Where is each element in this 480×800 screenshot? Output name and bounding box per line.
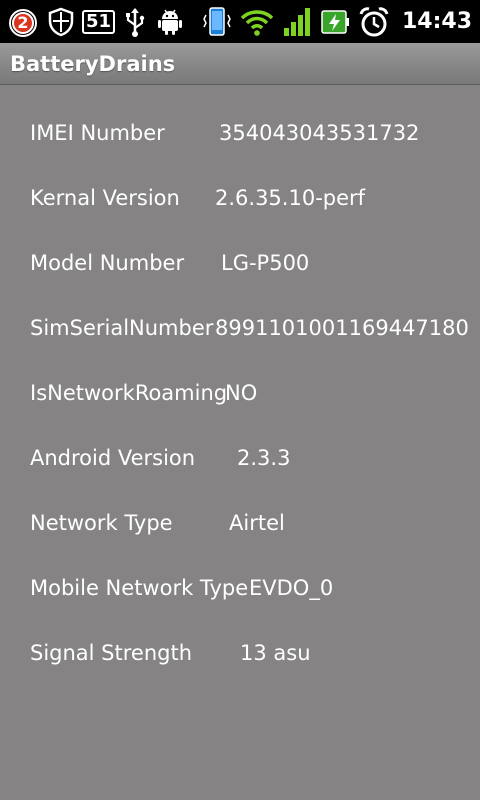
- number-badge-icon: 51: [82, 9, 116, 34]
- info-row-model-number: Model Number LG-P500: [30, 248, 309, 278]
- android-debug-icon: [155, 7, 185, 37]
- info-label: SimSerialNumber: [30, 316, 214, 340]
- info-label: IsNetworkRoaming: [30, 381, 228, 405]
- info-value: 2.6.35.10-perf: [215, 186, 366, 210]
- phone-vibrate-icon: [202, 6, 232, 38]
- info-label: Mobile Network Type: [30, 576, 249, 600]
- info-value: 354043043531732: [219, 121, 420, 145]
- info-value: NO: [225, 381, 258, 405]
- notification-count: 2: [12, 11, 34, 34]
- info-row-imei: IMEI Number 354043043531732: [30, 118, 419, 148]
- info-row-signal-strength: Signal Strength 13 asu: [30, 638, 311, 668]
- status-clock: 14:43: [401, 9, 472, 34]
- info-label: Kernal Version: [30, 186, 180, 210]
- phone-screen: 2 51 14:43 BatteryDrains IMEI Number 354…: [0, 0, 480, 800]
- info-label: Android Version: [30, 446, 196, 470]
- notification-badge-icon[interactable]: 2: [6, 5, 40, 39]
- signal-strength-icon: [282, 6, 312, 38]
- info-label: IMEI Number: [30, 121, 165, 145]
- app-title: BatteryDrains: [10, 51, 176, 76]
- shield-icon: [48, 7, 74, 37]
- alarm-clock-icon: [358, 6, 390, 38]
- info-row-android-version: Android Version 2.3.3: [30, 443, 290, 473]
- info-row-sim-serial-number: SimSerialNumber 8991101001169447180: [30, 313, 469, 343]
- info-value: LG-P500: [221, 251, 310, 275]
- info-label: Signal Strength: [30, 641, 193, 665]
- device-info-list: IMEI Number 354043043531732 Kernal Versi…: [0, 85, 480, 800]
- wifi-icon: [240, 7, 274, 37]
- info-row-mobile-network-type: Mobile Network Type EVDO_0: [30, 573, 333, 603]
- battery-charging-icon: [320, 7, 350, 37]
- app-title-bar: BatteryDrains: [0, 43, 480, 85]
- info-value: 13 asu: [240, 641, 311, 665]
- status-bar: 2 51 14:43: [0, 0, 480, 43]
- info-row-kernel-version: Kernal Version 2.6.35.10-perf: [30, 183, 365, 213]
- info-value: Airtel: [229, 511, 285, 535]
- info-row-network-roaming: IsNetworkRoaming NO: [30, 378, 257, 408]
- info-row-network-type: Network Type Airtel: [30, 508, 285, 538]
- status-left-icons: 2 51: [6, 0, 193, 43]
- info-label: Model Number: [30, 251, 185, 275]
- info-value: 2.3.3: [237, 446, 291, 470]
- info-value: 8991101001169447180: [215, 316, 469, 340]
- info-value: EVDO_0: [249, 576, 334, 600]
- status-right-icons: 14:43: [202, 0, 472, 43]
- info-label: Network Type: [30, 511, 173, 535]
- number-badge: 51: [82, 9, 116, 34]
- usb-icon: [123, 7, 147, 37]
